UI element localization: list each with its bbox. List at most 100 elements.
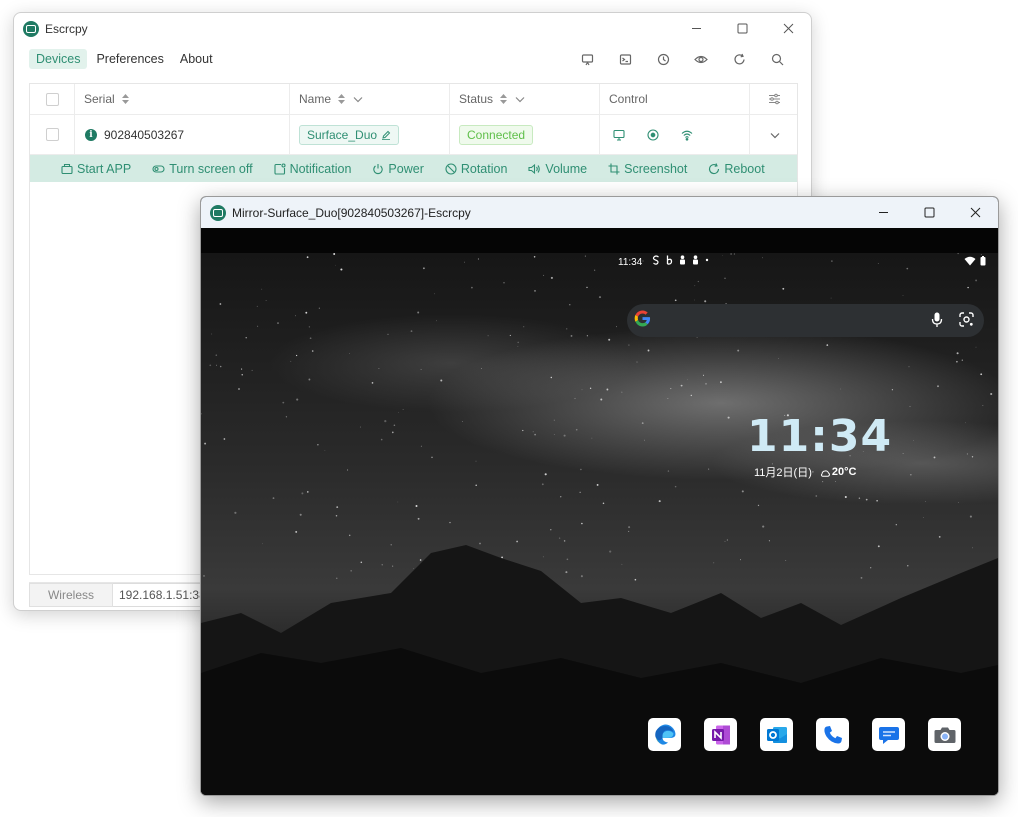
android-status-bar: 11:34 [201, 253, 998, 271]
info-icon[interactable]: i [85, 128, 97, 141]
close-button[interactable] [765, 13, 811, 44]
cast-icon[interactable] [568, 48, 606, 70]
reboot-button[interactable]: Reboot [708, 161, 765, 176]
power-button[interactable]: Power [372, 162, 424, 176]
notification-button[interactable]: Notification [274, 161, 352, 176]
outlook-icon[interactable] [760, 718, 793, 751]
edge-icon[interactable] [648, 718, 681, 751]
rotation-icon [445, 162, 457, 175]
tab-preferences[interactable]: Preferences [89, 49, 170, 69]
home-date[interactable]: 11月2日(日) 20°C [754, 464, 856, 480]
start-app-button[interactable]: Start APP [61, 162, 131, 176]
toolbar [568, 48, 796, 70]
sort-icon[interactable] [121, 93, 130, 105]
person-icon [680, 255, 685, 265]
action-label: Volume [545, 161, 588, 176]
app-logo-icon [23, 20, 39, 37]
action-label: Rotation [460, 161, 508, 176]
messages-icon[interactable] [872, 718, 905, 751]
window-controls [860, 197, 998, 228]
chevron-down-icon[interactable] [352, 93, 364, 105]
select-all-checkbox[interactable] [45, 92, 59, 106]
google-search-bar[interactable] [627, 304, 984, 337]
cell-serial: i 902840503267 [75, 115, 290, 154]
mirror-icon[interactable] [602, 125, 636, 145]
history-icon[interactable] [644, 48, 682, 70]
sort-icon[interactable] [499, 93, 508, 105]
camera-icon[interactable] [928, 718, 961, 751]
refresh-icon[interactable] [720, 48, 758, 70]
cell-name: Surface_Duo [290, 115, 450, 154]
app-logo-icon [210, 204, 226, 221]
header-name[interactable]: Name [290, 84, 450, 114]
search-bar-actions [931, 312, 974, 328]
column-settings-icon[interactable] [768, 93, 781, 105]
volume-button[interactable]: Volume [528, 162, 587, 176]
action-label: Turn screen off [169, 161, 253, 176]
letter-b-icon [666, 255, 673, 265]
home-clock[interactable]: 11:34 [747, 411, 892, 462]
action-label: Start APP [77, 161, 132, 176]
reboot-icon [709, 162, 720, 174]
header-control-label: Control [609, 92, 648, 106]
turn-screen-off-button[interactable]: Turn screen off [152, 161, 253, 176]
close-button[interactable] [952, 197, 998, 228]
crop-icon [608, 163, 620, 174]
phone-icon[interactable] [816, 718, 849, 751]
tab-devices[interactable]: Devices [29, 49, 88, 69]
lens-icon[interactable] [959, 312, 974, 327]
wireless-tab[interactable]: Wireless [29, 583, 113, 607]
header-status-label: Status [459, 92, 494, 106]
cell-control [600, 115, 750, 154]
google-logo-icon [634, 309, 651, 332]
toggle-icon [152, 164, 165, 173]
maximize-button[interactable] [906, 197, 952, 228]
record-icon[interactable] [636, 125, 670, 145]
table-row[interactable]: i 902840503267 Surface_Duo Connected [30, 115, 797, 155]
header-control: Control [600, 84, 750, 114]
header-status[interactable]: Status [450, 84, 600, 114]
device-name-value: Surface_Duo [307, 127, 378, 142]
status-badge: Connected [459, 124, 534, 145]
chevron-down-icon[interactable] [514, 93, 526, 105]
maximize-button[interactable] [719, 13, 765, 44]
date-text: 11月2日(日) [754, 467, 812, 479]
action-label: Reboot [724, 161, 765, 176]
screenshot-button[interactable]: Screenshot [608, 162, 687, 176]
more-dot-icon [705, 258, 709, 262]
status-notification-icons [652, 255, 709, 265]
cell-status: Connected [450, 115, 600, 154]
action-label: Notification [289, 161, 352, 176]
row-checkbox[interactable] [45, 128, 59, 141]
header-serial[interactable]: Serial [75, 84, 290, 114]
eye-icon[interactable] [682, 48, 720, 70]
mirror-window-title: Mirror-Surface_Duo[902840503267]-Escrcpy [232, 205, 471, 220]
search-icon[interactable] [758, 48, 796, 70]
onenote-icon[interactable] [704, 718, 737, 751]
notification-icon [274, 162, 286, 175]
window-title: Escrcpy [45, 21, 88, 36]
device-action-bar: Start APP Turn screen off Notification P… [30, 155, 797, 182]
rotation-button[interactable]: Rotation [445, 161, 508, 176]
table-header: Serial Name Status Control [30, 84, 797, 115]
expand-cell [750, 115, 799, 154]
device-name-tag[interactable]: Surface_Duo [299, 124, 400, 145]
column-settings-cell [750, 84, 799, 114]
minimize-button[interactable] [673, 13, 719, 44]
tab-about[interactable]: About [173, 49, 220, 69]
sync-icon [652, 255, 659, 265]
app-dock [648, 718, 961, 751]
microphone-icon[interactable] [931, 312, 943, 328]
wifi-icon[interactable] [670, 125, 704, 145]
edit-icon[interactable] [381, 130, 391, 140]
header-name-label: Name [299, 92, 332, 106]
terminal-icon[interactable] [606, 48, 644, 70]
title-bar: Escrcpy [14, 13, 811, 44]
window-controls [673, 13, 811, 44]
minimize-button[interactable] [860, 197, 906, 228]
sort-icon[interactable] [337, 93, 346, 105]
device-screen[interactable]: 11:34 11:34 11月2日(日) 20°C [201, 228, 998, 795]
chevron-down-icon[interactable] [769, 129, 781, 141]
status-system-icons [964, 256, 986, 266]
person-icon [693, 255, 698, 265]
